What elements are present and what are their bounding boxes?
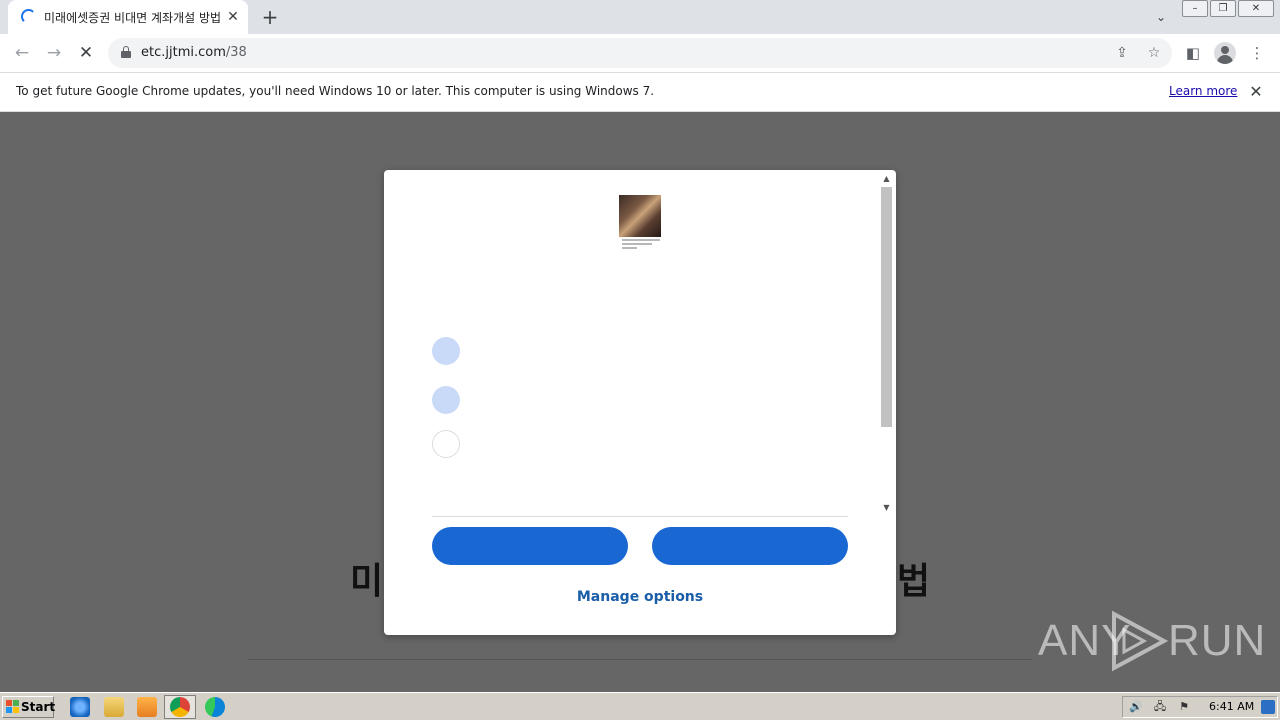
heading-right-fragment: 법 [896,561,930,602]
learn-more-link[interactable]: Learn more [1169,84,1237,98]
action-center-flag-icon[interactable]: ⚑ [1177,700,1191,714]
address-bar[interactable]: etc.jjtmi.com/38 ⇪ ☆ [108,38,1172,68]
tab-title: 미래에셋증권 비대면 계좌개설 방법 [44,11,222,25]
media-player-icon[interactable] [137,697,157,717]
windows-taskbar: Start 🔊 🖧 ⚑ 6:41 AM [0,692,1280,720]
consent-option-toggle-2[interactable] [432,386,460,414]
side-panel-icon[interactable]: ◧ [1182,42,1204,64]
taskbar-clock[interactable]: 6:41 AM [1209,700,1254,713]
infobar-close-icon[interactable]: ✕ [1246,82,1266,102]
page-divider [248,659,1032,660]
volume-icon[interactable]: 🔊 [1129,700,1143,714]
url-text[interactable]: etc.jjtmi.com/38 [141,45,247,60]
play-logo-icon [1112,610,1169,672]
consent-button-primary[interactable] [432,527,628,565]
consent-dialog: ▲ ▼ Manage options [384,170,896,635]
show-desktop-icon[interactable] [1261,700,1275,714]
edge-icon[interactable] [205,697,225,717]
new-tab-button[interactable]: + [258,5,282,29]
system-tray: 🔊 🖧 ⚑ 6:41 AM [1122,696,1278,718]
scroll-up-arrow-icon[interactable]: ▲ [879,172,894,186]
close-window-button[interactable]: ✕ [1238,0,1274,17]
windows-flag-icon [6,700,20,714]
consent-option-toggle-3[interactable] [432,430,460,458]
manage-options-link[interactable]: Manage options [384,589,896,605]
url-path: /38 [225,45,247,60]
browser-tab[interactable]: 미래에셋증권 비대면 계좌개설 방법 ✕ [8,0,248,34]
browser-toolbar: ← → ✕ etc.jjtmi.com/38 ⇪ ☆ ◧ ⋮ [0,34,1280,72]
chrome-icon [170,697,190,717]
minimize-button[interactable]: – [1182,0,1208,17]
loading-spinner-icon [21,9,36,24]
consent-button-secondary[interactable] [652,527,848,565]
tab-search-icon[interactable]: ⌄ [1150,6,1172,28]
file-explorer-icon[interactable] [104,697,124,717]
tab-strip: 미래에셋증권 비대면 계좌개설 방법 ✕ + ⌄ – ❐ ✕ [0,0,1280,34]
watermark-text-right: RUN [1168,616,1267,665]
back-button[interactable]: ← [11,42,33,64]
internet-explorer-icon[interactable] [70,697,90,717]
bookmark-star-icon[interactable]: ☆ [1144,43,1164,63]
anyrun-watermark: ANY RUN [1038,608,1265,672]
network-icon[interactable]: 🖧 [1153,700,1167,714]
consent-option-toggle-1[interactable] [432,337,460,365]
chrome-menu-icon[interactable]: ⋮ [1246,42,1268,64]
url-host: etc.jjtmi.com [141,45,226,60]
forward-button[interactable]: → [43,42,65,64]
heading-left-fragment: 미 [350,561,384,602]
infobar-message: To get future Google Chrome updates, you… [16,84,655,98]
dialog-divider [432,516,848,517]
stop-loading-button[interactable]: ✕ [75,42,97,64]
start-button[interactable]: Start [2,696,56,718]
scroll-down-arrow-icon[interactable]: ▼ [879,501,894,515]
window-controls: – ❐ ✕ [1182,0,1274,18]
restore-button[interactable]: ❐ [1210,0,1236,17]
chrome-taskbar-button[interactable] [164,695,196,719]
profile-avatar-icon[interactable] [1214,42,1236,64]
lock-icon[interactable] [121,46,131,58]
start-label: Start [21,700,56,714]
update-infobar: To get future Google Chrome updates, you… [0,72,1280,112]
share-icon[interactable]: ⇪ [1112,43,1132,63]
site-logo-image [619,195,661,237]
dialog-scrollbar[interactable]: ▲ ▼ [879,172,894,515]
logo-caption [622,239,660,249]
scroll-thumb[interactable] [881,187,892,427]
tab-close-icon[interactable]: ✕ [224,8,242,26]
